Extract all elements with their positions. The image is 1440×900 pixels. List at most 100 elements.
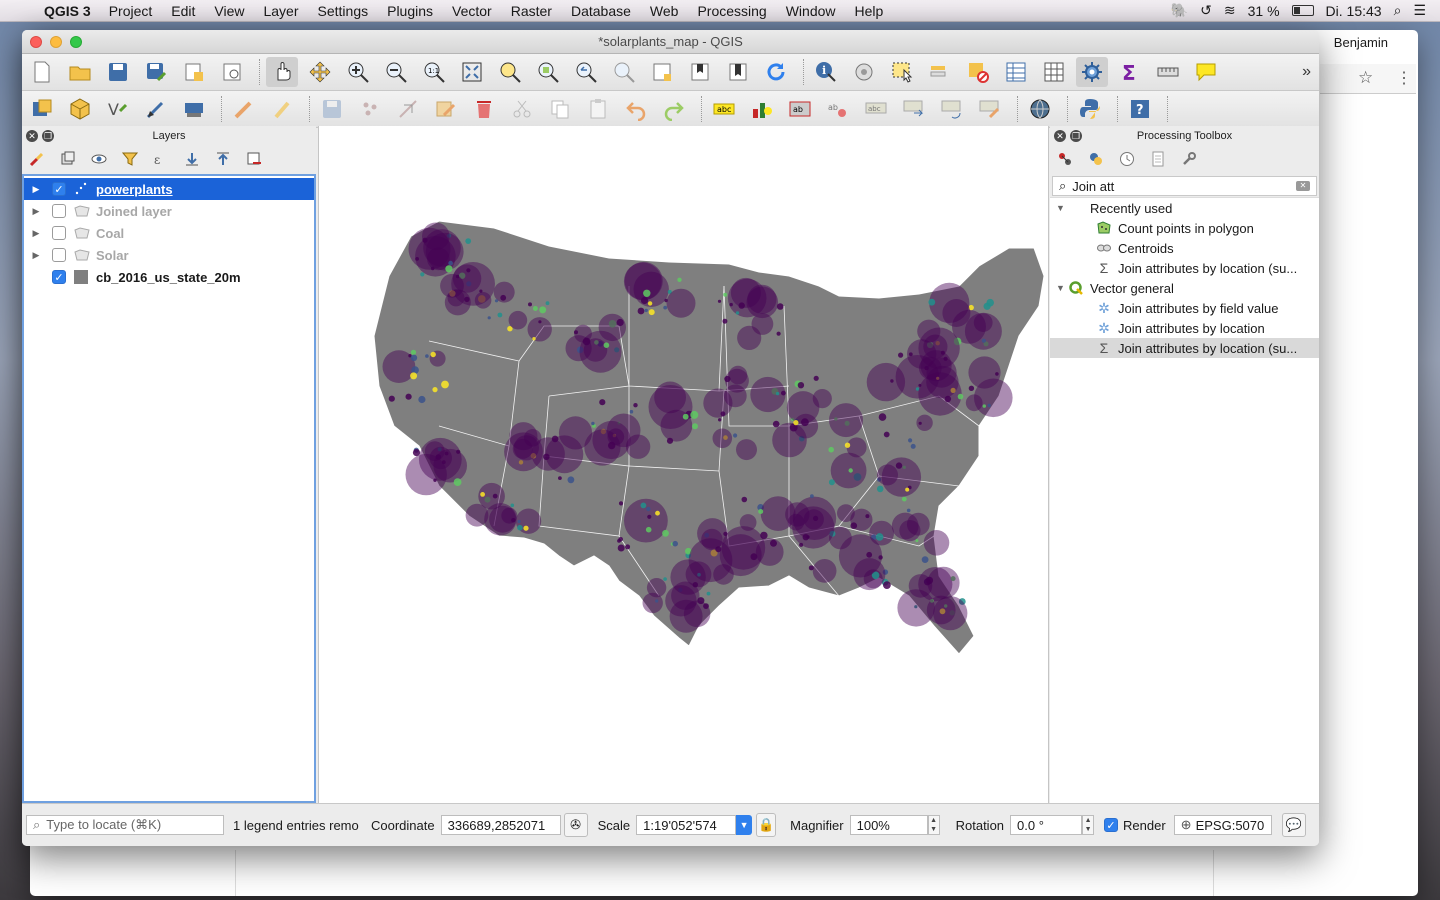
toolbar-overflow-icon[interactable]: » [1302,63,1311,81]
zoom-next-icon[interactable] [608,57,640,87]
layer-visibility-checkbox[interactable] [52,248,66,262]
redo-icon[interactable] [658,94,690,124]
add-group-icon[interactable] [59,150,77,168]
zoom-out-icon[interactable] [380,57,412,87]
layer-row-joined-layer[interactable]: ▶ Joined layer [24,200,314,222]
algorithm-item[interactable]: ✲ Join attributes by field value [1050,298,1319,318]
lock-scale-icon[interactable]: 🔒 [756,813,777,837]
remove-layer-icon[interactable] [245,150,263,168]
wifi-icon[interactable]: ≋ [1224,2,1236,19]
expand-arrow-icon[interactable]: ▶ [26,206,46,217]
coordinate-field[interactable]: 336689,2852071 [440,815,561,835]
vertex-tool-icon[interactable] [392,94,424,124]
manage-map-themes-icon[interactable] [90,150,108,168]
data-source-manager-icon[interactable] [26,94,58,124]
layer-visibility-checkbox[interactable] [52,226,66,240]
group-vector-general[interactable]: ▼ Vector general [1050,278,1319,298]
scale-field[interactable]: 1:19'052'574 [636,815,737,835]
crs-button[interactable]: ⊕ EPSG:5070 [1173,815,1272,835]
measure-line-icon[interactable] [1152,57,1184,87]
rotation-stepper[interactable]: ▲ ▼ [1082,815,1095,835]
history-icon[interactable] [1118,150,1136,168]
style-panel-icon[interactable] [28,150,46,168]
browser-menu-icon[interactable]: ⋮ [1396,68,1412,88]
change-label-properties-icon[interactable] [974,94,1006,124]
battery-icon[interactable] [1291,5,1314,16]
magnifier-stepper[interactable]: ▲ ▼ [927,815,940,835]
zoom-to-layer-icon[interactable] [532,57,564,87]
magnifier-field[interactable]: 100% [849,815,928,835]
minimize-window-button[interactable] [50,36,62,48]
filter-legend-icon[interactable] [121,150,139,168]
paste-features-icon[interactable] [582,94,614,124]
filter-by-expression-icon[interactable]: ε [152,150,170,168]
toolbox-search-input[interactable]: ⌕ Join att ✕ [1052,176,1317,196]
map-canvas[interactable] [318,126,1049,803]
delete-selected-icon[interactable] [468,94,500,124]
layer-row-coal[interactable]: ▶ Coal [24,222,314,244]
layer-row-solar[interactable]: ▶ Solar [24,244,314,266]
new-print-layout-icon[interactable] [178,57,210,87]
layout-manager-icon[interactable] [216,57,248,87]
refresh-icon[interactable] [760,57,792,87]
pin-labels-icon[interactable]: ab [822,94,854,124]
highlight-pinned-labels-icon[interactable]: ab [784,94,816,124]
float-panel-icon[interactable]: ❐ [1070,130,1082,142]
cut-features-icon[interactable] [506,94,538,124]
modify-attributes-icon[interactable] [430,94,462,124]
show-hide-labels-icon[interactable]: abc [860,94,892,124]
open-attribute-table-icon[interactable] [1000,57,1032,87]
current-edits-icon[interactable] [228,94,260,124]
menu-project[interactable]: Project [109,3,153,19]
layer-diagram-options-icon[interactable] [746,94,778,124]
menu-help[interactable]: Help [855,3,884,19]
algorithm-item[interactable]: Σ Join attributes by location (su... [1050,258,1319,278]
open-project-icon[interactable] [64,57,96,87]
expand-arrow-icon[interactable]: ▶ [26,184,46,195]
layer-visibility-checkbox[interactable]: ✓ [52,270,66,284]
help-icon[interactable]: ? [1124,94,1156,124]
expand-all-icon[interactable] [183,150,201,168]
browser-profile-name[interactable]: Benjamin [1334,35,1388,50]
zoom-to-selection-icon[interactable] [494,57,526,87]
move-label-icon[interactable] [898,94,930,124]
pan-map-icon[interactable] [266,57,298,87]
menu-vector[interactable]: Vector [452,3,492,19]
menu-settings[interactable]: Settings [318,3,369,19]
add-vector-layer-icon[interactable]: V [102,94,134,124]
layer-visibility-checkbox[interactable]: ✓ [52,182,66,196]
bookmark-star-icon[interactable]: ☆ [1358,68,1373,88]
label-toolbar-icon[interactable]: abc [708,94,740,124]
zoom-in-icon[interactable] [342,57,374,87]
save-as-icon[interactable] [140,57,172,87]
models-icon[interactable] [1056,150,1074,168]
layer-row-states[interactable]: ✓ cb_2016_us_state_20m [24,266,314,288]
close-panel-icon[interactable]: ✕ [1054,130,1066,142]
pan-to-selection-icon[interactable] [304,57,336,87]
toggle-editing-icon[interactable] [266,94,298,124]
toggle-extents-mouse-icon[interactable]: ✇ [563,813,588,837]
new-project-icon[interactable] [26,57,58,87]
options-wrench-icon[interactable] [1180,150,1198,168]
map-tips-icon[interactable] [1190,57,1222,87]
results-viewer-icon[interactable] [1149,150,1167,168]
algorithm-item[interactable]: Centroids [1050,238,1319,258]
notification-center-icon[interactable]: ☰ [1413,2,1426,19]
rotate-label-icon[interactable] [936,94,968,124]
python-console-icon[interactable] [1074,94,1106,124]
save-layer-edits-icon[interactable] [316,94,348,124]
save-project-icon[interactable] [102,57,134,87]
time-machine-icon[interactable]: ↺ [1200,2,1212,19]
scripts-icon[interactable] [1087,150,1105,168]
menu-database[interactable]: Database [571,3,631,19]
add-delimited-text-icon[interactable] [140,94,172,124]
scale-dropdown-chevron-down-icon[interactable]: ▼ [736,815,753,835]
zoom-last-icon[interactable] [570,57,602,87]
collapse-arrow-icon[interactable]: ▼ [1056,203,1068,213]
new-map-view-icon[interactable] [646,57,678,87]
zoom-native-icon[interactable]: 1:1 [418,57,450,87]
clock[interactable]: Di. 15:43 [1326,3,1382,19]
menu-layer[interactable]: Layer [263,3,298,19]
close-panel-icon[interactable]: ✕ [26,130,38,142]
spotlight-search-icon[interactable]: ⌕ [1394,2,1402,19]
